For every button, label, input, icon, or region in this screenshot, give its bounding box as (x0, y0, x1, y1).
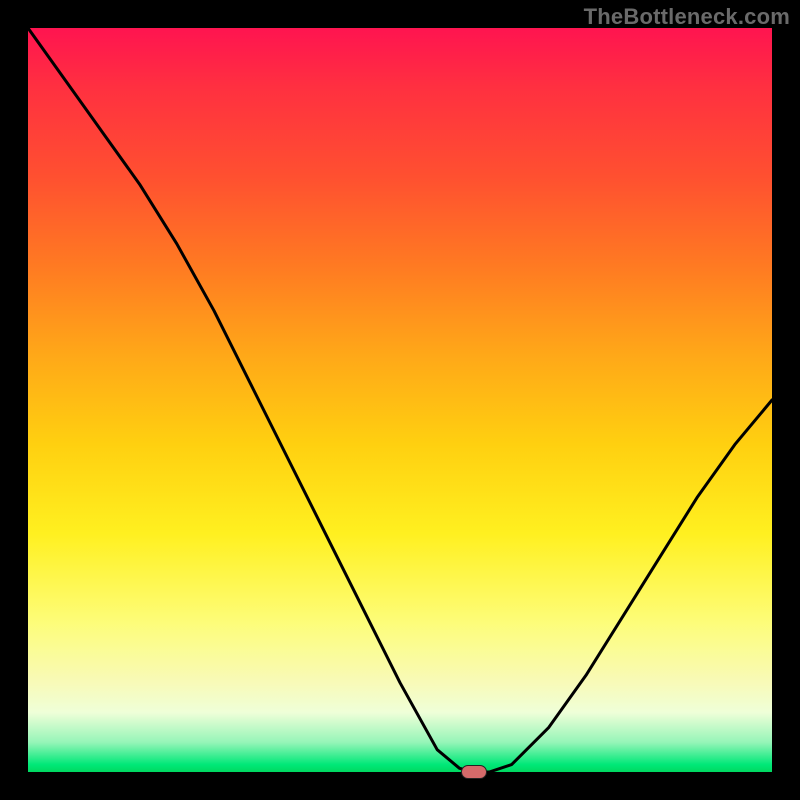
curve-path (28, 28, 772, 772)
bottleneck-curve (28, 28, 772, 772)
chart-plot-area (28, 28, 772, 772)
watermark-text: TheBottleneck.com (584, 4, 790, 30)
chart-frame: TheBottleneck.com (0, 0, 800, 800)
optimal-marker (461, 765, 487, 779)
